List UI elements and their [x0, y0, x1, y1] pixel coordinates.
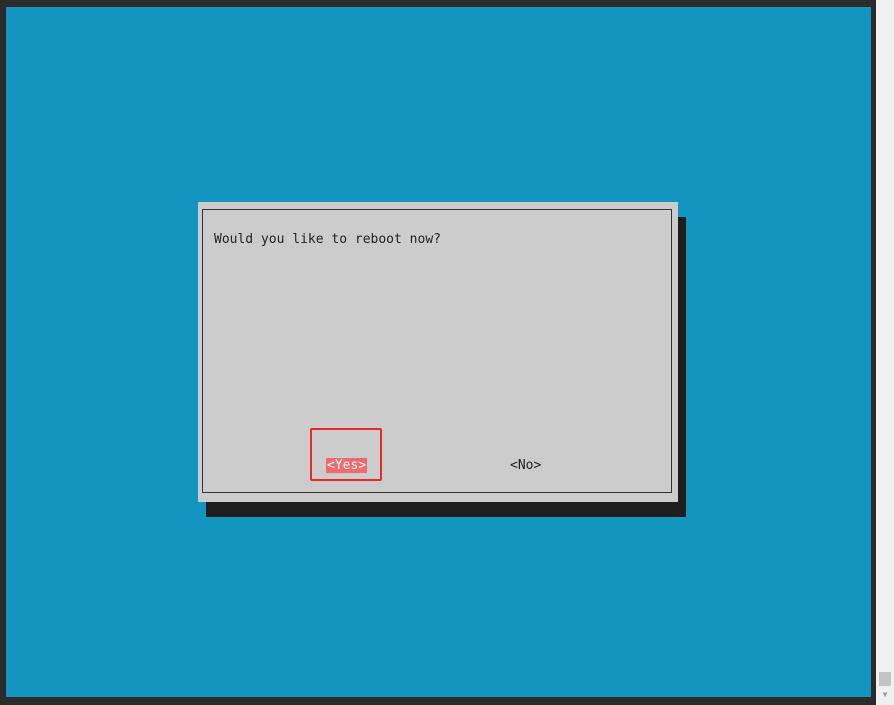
yes-button[interactable]: <Yes> — [326, 458, 368, 473]
vertical-scrollbar[interactable]: ▼ — [876, 0, 894, 705]
screen: ▼ Would you like to reboot now? <Yes> <N… — [0, 0, 894, 705]
dialog-frame — [202, 209, 672, 493]
scroll-down-arrow-icon[interactable]: ▼ — [880, 690, 890, 700]
dialog-message: Would you like to reboot now? — [214, 232, 441, 247]
scrollbar-thumb[interactable] — [879, 672, 891, 686]
reboot-dialog: Would you like to reboot now? <Yes> <No> — [198, 202, 678, 502]
no-button[interactable]: <No> — [510, 458, 541, 473]
